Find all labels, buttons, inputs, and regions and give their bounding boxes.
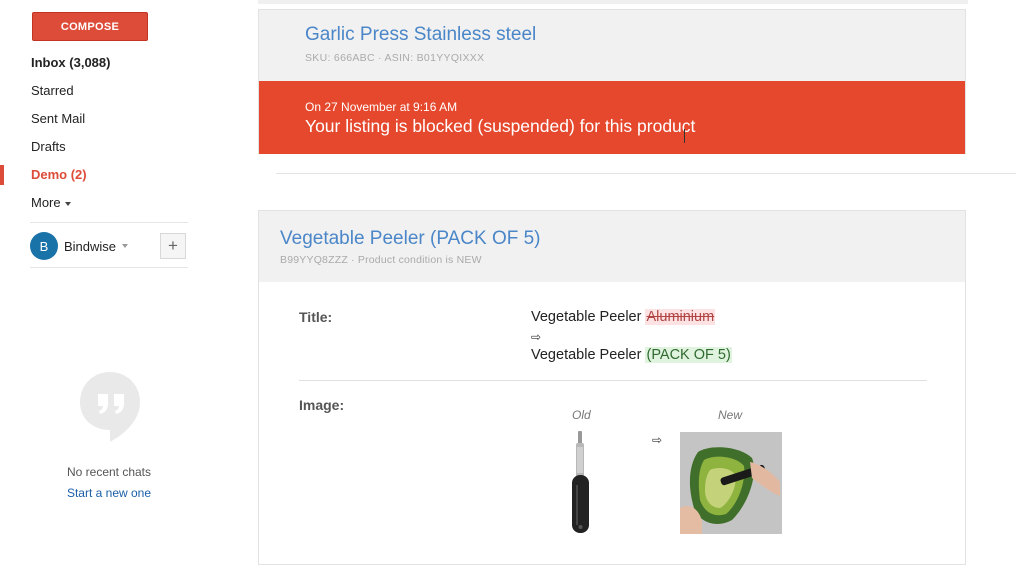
arrow-right-icon: ⇨ xyxy=(531,330,542,344)
product-card-garlic-press: Garlic Press Stainless steel SKU: 666ABC… xyxy=(258,9,966,154)
old-image-caption: Old xyxy=(572,408,591,422)
no-chats-text: No recent chats xyxy=(66,465,152,479)
new-title-text: Vegetable Peeler xyxy=(531,347,646,363)
compose-button[interactable]: COMPOSE xyxy=(32,12,148,41)
divider xyxy=(299,380,927,381)
add-account-button[interactable]: + xyxy=(160,233,186,259)
divider xyxy=(30,222,188,223)
new-product-image xyxy=(680,432,782,534)
chevron-down-icon xyxy=(64,201,71,206)
account-name: Bindwise xyxy=(64,238,117,254)
old-title: Vegetable Peeler Aluminium xyxy=(531,309,716,325)
banner-date: On 27 November at 9:16 AM xyxy=(305,100,458,114)
nav-item-drafts[interactable]: Drafts xyxy=(0,133,200,161)
sidebar: COMPOSE Inbox (3,088) Starred Sent Mail … xyxy=(0,0,200,587)
added-text: (PACK OF 5) xyxy=(645,347,732,363)
divider xyxy=(30,267,188,268)
arrow-right-icon: ⇨ xyxy=(652,433,663,447)
product-title-link[interactable]: Garlic Press Stainless steel xyxy=(305,24,536,46)
account-switcher[interactable]: B Bindwise xyxy=(30,232,129,260)
banner-message: Your listing is blocked (suspended) for … xyxy=(305,116,696,136)
card-header: Vegetable Peeler (PACK OF 5) B99YYQ8ZZZ … xyxy=(259,211,965,282)
nav-item-more-label: More xyxy=(31,195,61,210)
divider xyxy=(276,173,1016,174)
title-label: Title: xyxy=(299,309,333,325)
avatar: B xyxy=(30,232,58,260)
old-title-text: Vegetable Peeler xyxy=(531,309,646,325)
nav-item-inbox[interactable]: Inbox (3,088) xyxy=(0,49,200,77)
old-product-image xyxy=(572,431,589,533)
top-edge xyxy=(258,0,968,4)
product-title-link[interactable]: Vegetable Peeler (PACK OF 5) xyxy=(280,228,541,250)
new-image-caption: New xyxy=(718,408,743,422)
product-identifiers: SKU: 666ABC · ASIN: B01YYQIXXX xyxy=(305,52,485,64)
hangouts-icon xyxy=(80,372,140,442)
new-title: Vegetable Peeler (PACK OF 5) xyxy=(531,347,732,363)
image-label: Image: xyxy=(299,397,345,413)
nav-item-demo[interactable]: Demo (2) xyxy=(0,161,200,189)
nav-item-more[interactable]: More xyxy=(0,189,200,217)
suspension-banner: On 27 November at 9:16 AM Your listing i… xyxy=(259,81,965,154)
nav-item-sent-mail[interactable]: Sent Mail xyxy=(0,105,200,133)
product-identifiers: B99YYQ8ZZZ · Product condition is NEW xyxy=(280,254,482,266)
nav-list: Inbox (3,088) Starred Sent Mail Drafts D… xyxy=(0,49,200,217)
product-card-vegetable-peeler: Vegetable Peeler (PACK OF 5) B99YYQ8ZZZ … xyxy=(258,210,966,565)
chevron-down-icon xyxy=(122,244,129,248)
text-cursor-icon xyxy=(684,129,685,143)
nav-item-starred[interactable]: Starred xyxy=(0,77,200,105)
start-chat-link[interactable]: Start a new one xyxy=(0,486,218,500)
removed-text: Aluminium xyxy=(645,309,716,325)
